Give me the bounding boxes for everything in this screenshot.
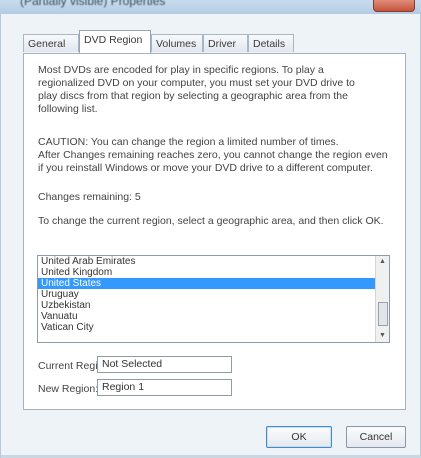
new-region-field: Region 1 (97, 379, 232, 396)
tab-dvd-region[interactable]: DVD Region (79, 30, 151, 53)
intro-line: Most DVDs are encoded for play in specif… (38, 64, 324, 76)
cancel-button[interactable]: Cancel (346, 426, 406, 448)
tab-details[interactable]: Details (248, 34, 294, 52)
new-region-label: New Region: (38, 383, 99, 395)
list-item[interactable]: Vatican City (38, 322, 389, 333)
list-scrollbar[interactable]: ▲ ▼ (375, 256, 389, 342)
window-title: (Partially visible) Properties (20, 0, 166, 8)
list-item[interactable]: United Kingdom (38, 267, 389, 278)
scroll-down-arrow-icon[interactable]: ▼ (376, 330, 389, 342)
intro-line: regionalized DVD on your computer, you m… (38, 77, 355, 89)
caution-line: After Changes remaining reaches zero, yo… (38, 149, 388, 161)
list-item[interactable]: United Arab Emirates (38, 256, 389, 267)
scrollbar-thumb[interactable] (378, 302, 388, 326)
dvd-region-panel: Most DVDs are encoded for play in specif… (23, 53, 406, 410)
list-item[interactable]: Uzbekistan (38, 300, 389, 311)
caution-text: CAUTION: You can change the region a lim… (38, 136, 393, 175)
intro-text: Most DVDs are encoded for play in specif… (38, 64, 393, 116)
intro-line: play discs from that region by selecting… (38, 90, 348, 102)
scroll-up-arrow-icon[interactable]: ▲ (376, 256, 389, 268)
caution-line: if you reinstall Windows or move your DV… (38, 162, 373, 174)
tab-volumes[interactable]: Volumes (151, 34, 203, 52)
close-button[interactable] (373, 0, 415, 12)
caution-line: CAUTION: You can change the region a lim… (38, 136, 339, 148)
current-region-field: Not Selected (97, 356, 232, 373)
title-bar: (Partially visible) Properties (0, 0, 421, 14)
dialog-frame: General DVD Region Volumes Driver Detail… (0, 14, 421, 458)
tab-driver[interactable]: Driver (203, 34, 248, 52)
intro-line: following list. (38, 103, 98, 115)
list-item[interactable]: Vanuatu (38, 311, 389, 322)
changes-remaining: Changes remaining: 5 (38, 191, 141, 203)
tab-general[interactable]: General (23, 34, 79, 52)
instruction-text: To change the current region, select a g… (38, 215, 384, 227)
list-item-selected[interactable]: United States (38, 278, 389, 289)
region-listbox[interactable]: United Arab Emirates United Kingdom Unit… (37, 255, 390, 343)
list-item[interactable]: Uruguay (38, 289, 389, 300)
ok-button[interactable]: OK (266, 426, 332, 448)
